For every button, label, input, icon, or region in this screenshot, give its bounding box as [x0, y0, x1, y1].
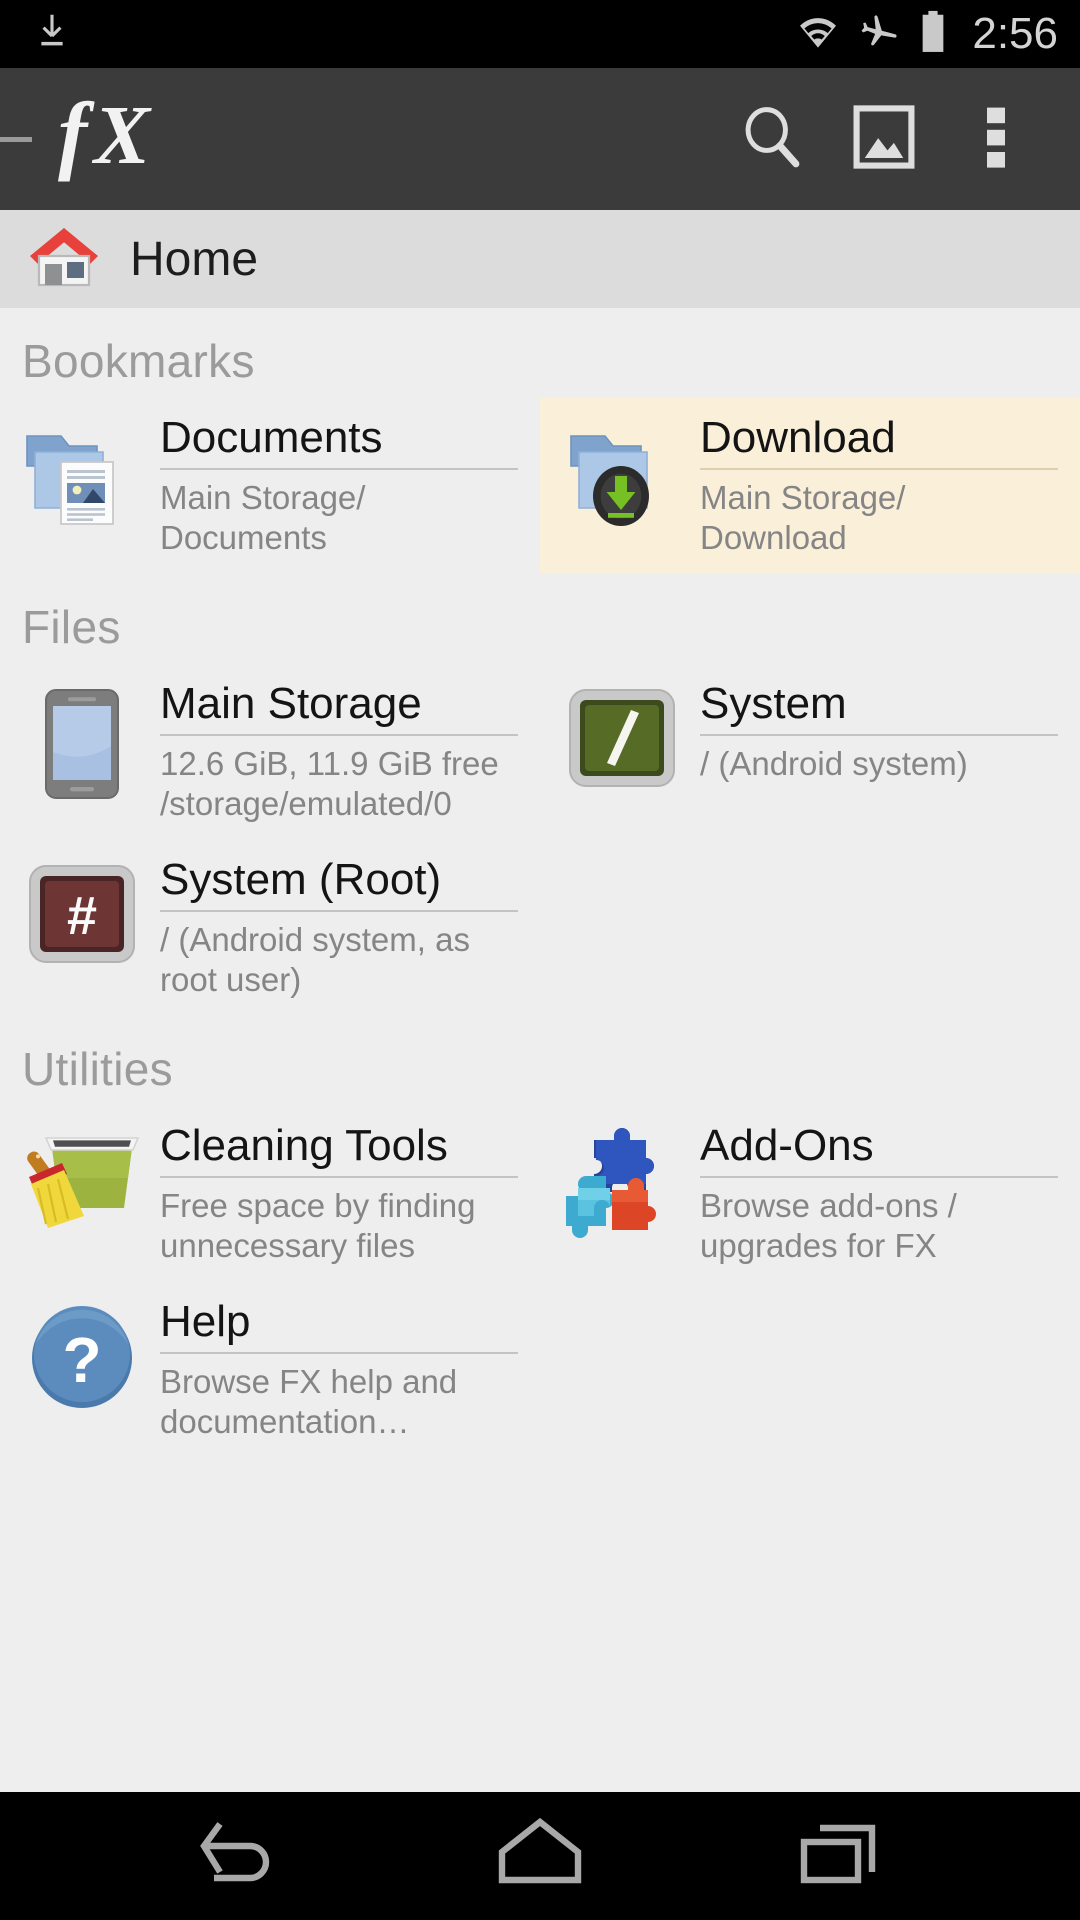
svg-text:X: X — [91, 91, 152, 182]
overflow-menu-button[interactable] — [940, 83, 1052, 195]
list-item-subtitle: Free space by finding unnecessary files — [160, 1186, 476, 1264]
list-item-title: Add-Ons — [700, 1122, 1058, 1178]
list-item-title: System (Root) — [160, 856, 518, 912]
wifi-icon — [796, 10, 840, 59]
list-item-help[interactable]: ? Help Browse FX help and documentation… — [0, 1282, 540, 1458]
svg-text:#: # — [67, 886, 97, 946]
home-content: Bookmarks Documents Main Storage/ Docume… — [0, 308, 1080, 1792]
files-grid: Main Storage 12.6 GiB, 11.9 GiB free /st… — [0, 664, 1080, 1016]
section-header-files: Files — [22, 601, 121, 654]
list-item-title: Documents — [160, 414, 518, 470]
search-icon — [737, 102, 807, 177]
app-bar: f X — [0, 68, 1080, 210]
cleaning-bucket-broom-icon — [18, 1122, 146, 1236]
list-item-title: Cleaning Tools — [160, 1122, 518, 1178]
bookmarks-grid: Documents Main Storage/ Documents Downlo… — [0, 398, 1080, 575]
list-item-text: Documents Main Storage/ Documents — [146, 414, 524, 558]
list-item-main-storage[interactable]: Main Storage 12.6 GiB, 11.9 GiB free /st… — [0, 664, 540, 840]
breadcrumb[interactable]: Home — [0, 210, 1080, 308]
list-item-subtitle: / (Android system) — [700, 744, 968, 782]
list-item-subtitle: Main Storage/ Download — [700, 478, 906, 556]
device-screen: 2:56 f X Home Bookmarks Documents Main S… — [0, 0, 1080, 1920]
drawer-handle-icon[interactable] — [0, 136, 32, 142]
breadcrumb-label: Home — [130, 232, 259, 286]
list-item-text: System (Root) / (Android system, as root… — [146, 856, 524, 1000]
list-item-subtitle: Browse FX help and documentation… — [160, 1362, 458, 1440]
help-question-icon: ? — [18, 1298, 146, 1412]
list-item-text: System / (Android system) — [686, 680, 1064, 784]
phone-storage-icon — [18, 680, 146, 802]
list-item-subtitle: Main Storage/ Documents — [160, 478, 366, 556]
list-item-title: Main Storage — [160, 680, 518, 736]
list-item-subtitle: Browse add-ons / upgrades for FX — [700, 1186, 957, 1264]
folder-download-icon — [558, 414, 686, 532]
list-item-system[interactable]: System / (Android system) — [540, 664, 1080, 814]
list-item-add-ons[interactable]: Add-Ons Browse add-ons / upgrades for FX — [540, 1106, 1080, 1282]
list-item-subtitle: / (Android system, as root user) — [160, 920, 470, 998]
list-item-text: Cleaning Tools Free space by finding unn… — [146, 1122, 524, 1266]
android-navigation-bar — [0, 1792, 1080, 1920]
list-item-documents[interactable]: Documents Main Storage/ Documents — [0, 398, 540, 574]
status-bar-system-icons: 2:56 — [796, 9, 1058, 60]
list-item-text: Main Storage 12.6 GiB, 11.9 GiB free /st… — [146, 680, 524, 824]
list-item-text: Add-Ons Browse add-ons / upgrades for FX — [686, 1122, 1064, 1266]
folder-documents-icon — [18, 414, 146, 532]
svg-text:?: ? — [62, 1324, 101, 1396]
section-header-utilities: Utilities — [22, 1043, 173, 1096]
list-item-download[interactable]: Download Main Storage/ Download — [540, 398, 1080, 575]
nav-back-button[interactable] — [150, 1792, 330, 1920]
utilities-grid: Cleaning Tools Free space by finding unn… — [0, 1106, 1080, 1458]
download-icon — [30, 10, 74, 59]
list-item-text: Help Browse FX help and documentation… — [146, 1298, 524, 1442]
recents-squares-icon — [792, 1812, 888, 1901]
svg-text:f: f — [58, 91, 95, 183]
overflow-menu-icon — [987, 101, 1005, 178]
gallery-icon — [851, 102, 917, 177]
list-item-system-root[interactable]: # System (Root) / (Android system, as ro… — [0, 840, 540, 1016]
fx-logo-icon[interactable]: f X — [54, 86, 180, 188]
status-bar-notifications — [30, 10, 74, 59]
section-header-bookmarks: Bookmarks — [22, 335, 255, 387]
puzzle-pieces-icon — [558, 1122, 686, 1240]
airplane-mode-icon — [858, 11, 900, 58]
status-bar-clock: 2:56 — [972, 9, 1058, 58]
system-slash-icon — [558, 680, 686, 790]
nav-recents-button[interactable] — [750, 1792, 930, 1920]
system-root-hash-icon: # — [18, 856, 146, 966]
list-item-title: Help — [160, 1298, 518, 1354]
search-button[interactable] — [716, 83, 828, 195]
status-bar: 2:56 — [0, 0, 1080, 68]
list-item-title: System — [700, 680, 1058, 736]
battery-icon — [918, 9, 948, 60]
back-arrow-icon — [192, 1812, 288, 1901]
list-item-subtitle: 12.6 GiB, 11.9 GiB free /storage/emulate… — [160, 744, 499, 822]
list-item-cleaning-tools[interactable]: Cleaning Tools Free space by finding unn… — [0, 1106, 540, 1282]
list-item-text: Download Main Storage/ Download — [686, 414, 1064, 558]
home-outline-icon — [492, 1812, 588, 1901]
home-icon — [26, 221, 102, 298]
nav-home-button[interactable] — [450, 1792, 630, 1920]
gallery-button[interactable] — [828, 83, 940, 195]
list-item-title: Download — [700, 414, 1058, 470]
